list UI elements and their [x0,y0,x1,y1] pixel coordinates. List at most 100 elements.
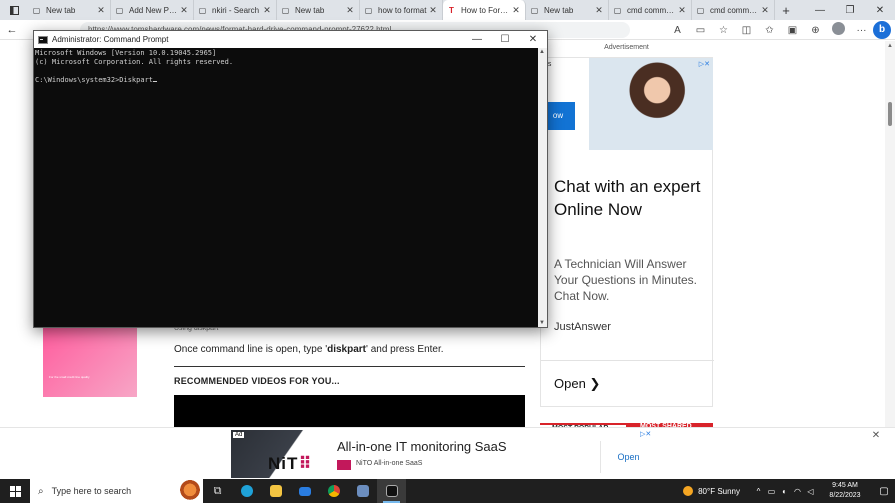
taskbar-search-box[interactable]: ⌕ Type here to search [30,479,203,503]
command-prompt-taskbar-icon[interactable] [377,479,406,503]
tab-close-icon[interactable]: ✕ [345,5,355,16]
immersive-reader-icon[interactable]: ▭ [689,25,712,36]
mail-icon[interactable] [290,479,319,503]
weather-widget[interactable]: 80°F Sunny [683,486,740,496]
ad-open-button[interactable]: Open ❯ [541,360,714,408]
battery-icon[interactable]: ▭ [765,487,778,496]
chrome-icon[interactable] [319,479,348,503]
tab-close-icon[interactable]: ✕ [760,5,770,16]
side-advertisement[interactable]: as ow ▷✕ Chat with an expert Online Now … [540,57,714,408]
meet-now-icon[interactable]: ◐ [778,487,791,496]
cmd-scroll-up-icon[interactable]: ▲ [539,49,545,55]
taskbar-clock[interactable]: 9:45 AM 8/22/2023 [821,481,869,501]
tab-title: nkiri - Search [212,5,260,15]
profile-avatar[interactable] [827,22,850,38]
browser-tab[interactable]: ▢ New tab ✕ [277,0,360,20]
banner-adchoices-icon[interactable]: ▷✕ [640,430,651,438]
system-tray: 80°F Sunny ^ ▭ ◐ ◠ ◁ 9:45 AM 8/22/2023 ▢ [683,479,895,503]
banner-ad-image[interactable]: Ad NiT⠿ [231,430,327,478]
start-button[interactable] [0,479,30,503]
browser-tab[interactable]: T How to Format ✕ [443,0,526,20]
recommended-videos-heading: RECOMMENDED VIDEOS FOR YOU... [174,376,340,386]
browser-tab[interactable]: ▢ cmd command ✕ [692,0,775,20]
cmd-minimize-button[interactable]: — [463,34,491,45]
cmd-prompt-line[interactable]: C:\Windows\system32>Diskpart [35,76,538,85]
tab-page-icon: ▢ [696,5,705,15]
tab-page-icon: ▢ [198,5,207,15]
cmd-scrollbar[interactable]: ▲ ▼ [538,48,547,327]
favorites-icon[interactable]: ✩ [758,25,781,36]
browser-tab[interactable]: ▢ nkiri - Search ✕ [194,0,277,20]
new-tab-button[interactable]: + [775,0,797,20]
browser-tab[interactable]: ▢ New tab ✕ [28,0,111,20]
windows-taskbar: ⌕ Type here to search ⧉ 80°F Sunny ^ ▭ ◐… [0,479,895,503]
read-aloud-icon[interactable]: A [666,25,689,36]
cmd-titlebar[interactable]: Administrator: Command Prompt — ☐ ✕ [34,31,547,48]
wifi-icon[interactable]: ◠ [791,487,804,496]
banner-ad-title[interactable]: All-in-one IT monitoring SaaS [337,439,507,454]
weather-text: 80°F Sunny [698,486,740,496]
browser-tab[interactable]: ▢ how to format ✕ [360,0,443,20]
article-instruction: Once command line is open, type 'diskpar… [174,344,444,355]
tab-close-icon[interactable]: ✕ [594,5,604,16]
banner-close-icon[interactable]: ✕ [869,430,883,441]
browser-restore-button[interactable]: ❐ [835,5,865,16]
task-view-icon[interactable]: ⧉ [203,479,232,503]
chevron-right-icon: ❯ [589,376,601,391]
tab-title: cmd command [710,5,760,15]
tray-chevron-up-icon[interactable]: ^ [752,487,765,496]
browser-tab[interactable]: ▢ cmd command ✕ [609,0,692,20]
browser-tab[interactable]: ▢ Add New Post ✕ [111,0,194,20]
tab-page-icon: ▢ [32,5,41,15]
tab-page-icon: ▢ [530,5,539,15]
search-highlight-icon[interactable] [177,480,203,502]
advertisement-label: Advertisement [604,44,649,51]
cmd-title: Administrator: Command Prompt [52,35,169,44]
cmd-close-button[interactable]: ✕ [519,34,547,45]
banner-open-button[interactable]: Open [600,441,656,473]
adchoices-icon[interactable]: ▷✕ [699,60,710,68]
extensions-icon[interactable]: ⊕ [804,25,827,36]
cmd-cursor [153,81,158,82]
favorite-star-icon[interactable]: ☆ [712,25,735,36]
split-screen-icon[interactable]: ◫ [735,25,758,36]
tab-page-icon: ▢ [281,5,290,15]
collections-icon[interactable]: ▣ [781,25,804,36]
page-scrollbar[interactable]: ▲ [885,41,895,479]
browser-minimize-button[interactable]: — [805,5,835,16]
tab-close-icon[interactable]: ✕ [511,5,521,16]
ad-agent-photo[interactable] [589,58,713,150]
tab-close-icon[interactable]: ✕ [677,5,687,16]
ad-headline[interactable]: Chat with an expert Online Now [554,175,704,221]
article-thumbnail[interactable]: For the small credit line quality [43,327,137,397]
tab-close-icon[interactable]: ✕ [96,5,106,16]
edge-browser-icon[interactable] [232,479,261,503]
tab-title: Add New Post [129,5,179,15]
tab-page-icon: ▢ [115,5,124,15]
network-app-icon[interactable] [348,479,377,503]
bing-chat-icon[interactable]: b [873,21,891,39]
tab-actions-icon[interactable] [0,0,28,20]
tab-close-icon[interactable]: ✕ [428,5,438,16]
more-menu-icon[interactable]: ··· [850,25,873,36]
tab-title: New tab [544,5,574,15]
tab-close-icon[interactable]: ✕ [262,5,272,16]
cmd-line [35,67,538,76]
cmd-maximize-button[interactable]: ☐ [491,34,519,45]
cmd-line: Microsoft Windows [Version 10.0.19045.29… [35,49,217,57]
back-button[interactable]: ← [0,24,24,36]
cmd-console-output[interactable]: Microsoft Windows [Version 10.0.19045.29… [34,48,539,327]
tab-close-icon[interactable]: ✕ [179,5,189,16]
scrollbar-thumb[interactable] [888,102,892,126]
notification-icon[interactable]: ▢ [873,486,895,497]
browser-tab[interactable]: ▢ New tab ✕ [526,0,609,20]
command-prompt-window[interactable]: Administrator: Command Prompt — ☐ ✕ Micr… [33,30,548,328]
file-explorer-icon[interactable] [261,479,290,503]
search-icon: ⌕ [38,485,44,497]
volume-icon[interactable]: ◁ [804,487,817,496]
bottom-banner-ad[interactable]: Ad NiT⠿ All-in-one IT monitoring SaaS Ni… [0,427,895,479]
scroll-up-icon[interactable]: ▲ [887,43,893,49]
clock-date: 8/22/2023 [829,492,861,499]
cmd-scroll-down-icon[interactable]: ▼ [539,320,545,326]
browser-close-button[interactable]: ✕ [865,5,895,16]
